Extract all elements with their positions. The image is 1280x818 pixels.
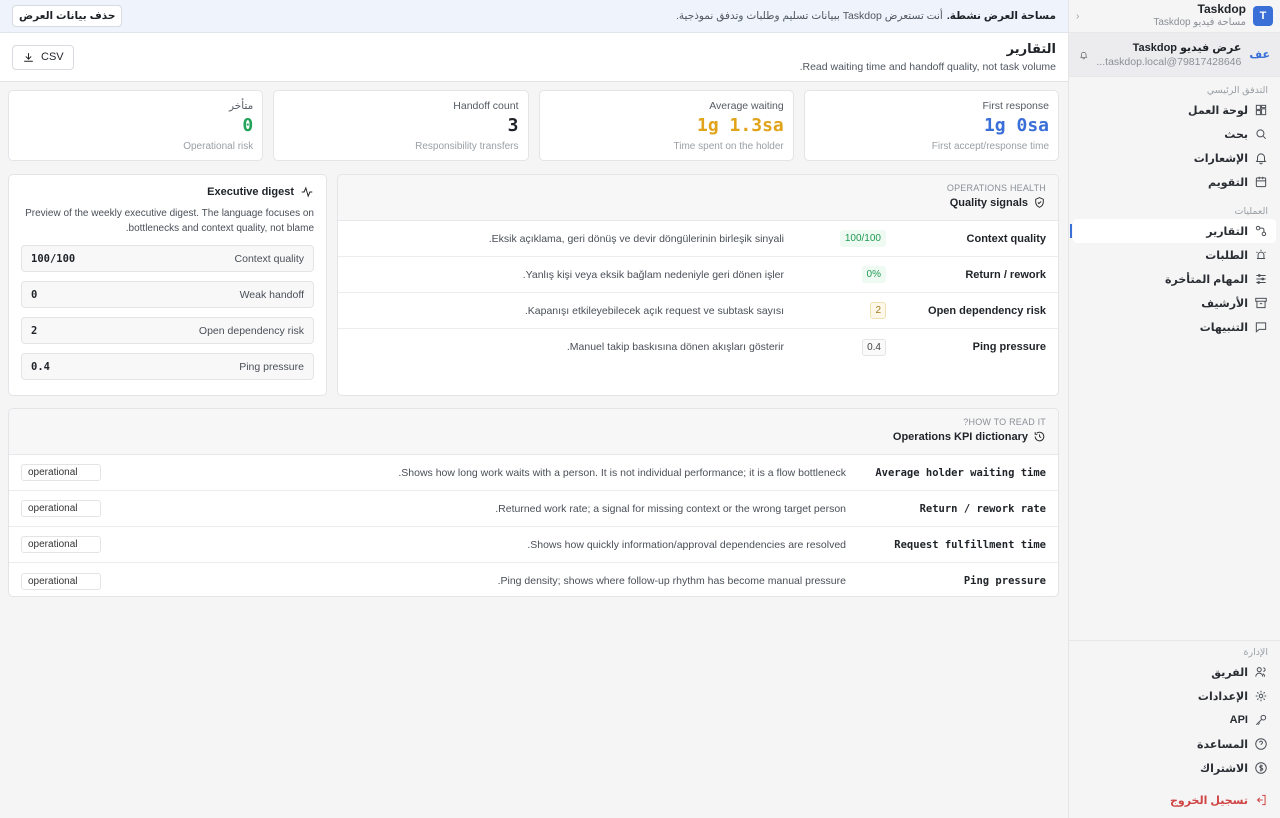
digest-row: Context quality 100/100	[21, 245, 314, 272]
value-badge: 0.4	[862, 338, 886, 356]
search-icon	[1256, 129, 1267, 140]
logout-button[interactable]: تسجيل الخروج	[1069, 788, 1280, 812]
archive-icon	[1255, 297, 1267, 309]
brand-logo: T	[1253, 6, 1273, 26]
dollar-icon	[1255, 762, 1267, 774]
bell-icon[interactable]	[1079, 45, 1088, 65]
kpi-value: 3	[507, 115, 519, 136]
demo-banner: مساحة العرض نشطة. أنت تستعرض Taskdop ببي…	[0, 0, 1068, 33]
kpi-card-first-response: First response 1g 0sa First accept/respo…	[803, 90, 1059, 161]
quality-row: Context quality 100/100 Eksik açıklama, …	[338, 221, 1058, 257]
csv-export-button[interactable]: CSV	[12, 44, 74, 70]
digest-description: Preview of the weekly executive digest. …	[25, 208, 314, 234]
sidebar-item-team[interactable]: الفريق	[1069, 660, 1280, 684]
shield-check-icon	[1035, 197, 1044, 208]
sidebar-item-settings[interactable]: الإعدادات	[1069, 684, 1280, 708]
dictionary-row: Ping pressure Ping density; shows where …	[9, 563, 1058, 596]
sidebar-item-api[interactable]: API	[1069, 708, 1280, 732]
quality-row: Ping pressure 0.4 Manuel takip baskısına…	[338, 329, 1058, 365]
panel-title: Quality signals	[949, 196, 1028, 209]
category-tag: operational	[21, 572, 101, 590]
logout-icon	[1256, 794, 1266, 806]
dashboard-icon	[1255, 104, 1267, 116]
user-name: عرض فيديو Taskdop	[1132, 41, 1242, 54]
banner-title: مساحة العرض نشطة.	[946, 10, 1056, 22]
delete-demo-data-button[interactable]: حذف بيانات العرض	[12, 5, 123, 27]
dictionary-row: Request fulfillment time Shows how quick…	[9, 527, 1058, 563]
dictionary-row: Return / rework rate Returned work rate;…	[9, 491, 1058, 527]
kpi-card-average-waiting: Average waiting 1g 1.3sa Time spent on t…	[538, 90, 794, 161]
category-tag: operational	[21, 536, 101, 553]
sidebar-item-notifications[interactable]: الإشعارات	[1069, 146, 1280, 170]
history-icon	[1034, 431, 1045, 442]
sliders-icon	[1256, 274, 1266, 284]
kpi-card-handoff-count: Handoff count 3 Responsibility transfers	[273, 90, 529, 161]
activity-icon	[301, 186, 313, 198]
kpi-cards: First response 1g 0sa First accept/respo…	[8, 90, 1059, 161]
kpi-value: 1g 0sa	[983, 115, 1049, 136]
nav-section-operations: العمليات	[1234, 206, 1268, 217]
quality-row: Open dependency risk 2 Kapanışı etkileye…	[338, 293, 1058, 329]
help-icon	[1255, 738, 1267, 750]
sidebar-item-alerts[interactable]: التنبيهات	[1069, 315, 1280, 339]
digest-row: Ping pressure 0.4	[21, 353, 314, 380]
sidebar-item-subscription[interactable]: الاشتراك	[1069, 756, 1280, 780]
banner-text: أنت تستعرض Taskdop ببيانات تسليم وطلبات …	[676, 10, 943, 22]
panel-title: Executive digest	[207, 186, 294, 198]
page-subtitle: Read waiting time and handoff quality, n…	[799, 61, 1056, 73]
value-badge: 100/100	[839, 230, 886, 247]
chevron-left-icon: ‹	[1076, 10, 1080, 22]
sidebar-item-archive[interactable]: الأرشيف	[1069, 291, 1280, 315]
quality-signals-panel: OPERATIONS HEALTH Quality signals Contex…	[337, 174, 1059, 396]
workspace-switcher[interactable]: T Taskdop مساحة فيديو Taskdop ‹	[1069, 0, 1280, 33]
sidebar-item-help[interactable]: المساعدة	[1069, 732, 1280, 756]
digest-row: Open dependency risk 2	[21, 317, 314, 344]
sidebar-item-requests[interactable]: الطلبات	[1069, 243, 1280, 267]
team-icon	[1255, 667, 1266, 677]
key-icon	[1255, 714, 1267, 726]
user-profile[interactable]: عف عرض فيديو Taskdop 79817428646@taskdop…	[1069, 33, 1280, 77]
category-tag: operational	[21, 500, 101, 517]
alarm-icon	[1256, 249, 1266, 259]
brand-name: Taskdop	[1197, 2, 1246, 16]
main-content: مساحة العرض نشطة. أنت تستعرض Taskdop ببي…	[0, 0, 1068, 818]
panel-title: Operations KPI dictionary	[892, 430, 1028, 443]
value-badge: 0%	[861, 266, 886, 283]
kpi-card-overdue: متأخر 0 Operational risk	[8, 90, 264, 161]
sidebar-item-search[interactable]: بحث	[1069, 122, 1280, 146]
sidebar-item-overdue[interactable]: المهام المتأخرة	[1069, 267, 1280, 291]
value-badge: 2	[870, 302, 886, 319]
download-icon	[24, 52, 33, 62]
page-header: التقارير Read waiting time and handoff q…	[0, 33, 1068, 82]
page-title: التقارير	[1006, 41, 1056, 56]
nav-section-main: التدفق الرئيسي	[1206, 85, 1268, 96]
executive-digest-panel: Executive digest Preview of the weekly e…	[8, 174, 327, 396]
avatar: عف	[1249, 49, 1270, 61]
kpi-value: 0	[242, 115, 254, 136]
kpi-dictionary-panel: HOW TO READ IT? Operations KPI dictionar…	[8, 408, 1059, 597]
digest-row: Weak handoff 0	[21, 281, 314, 308]
sidebar: T Taskdop مساحة فيديو Taskdop ‹ عف عرض ف…	[1068, 0, 1280, 818]
chat-icon	[1255, 322, 1267, 333]
category-tag: operational	[21, 464, 101, 481]
sidebar-item-calendar[interactable]: التقويم	[1069, 170, 1280, 194]
user-email: 79817428646@taskdop.local...	[1096, 55, 1242, 68]
workspace-name: مساحة فيديو Taskdop	[1153, 17, 1246, 28]
sidebar-item-dashboard[interactable]: لوحة العمل	[1069, 98, 1280, 122]
quality-row: Return / rework 0% Yanlış kişi veya eksi…	[338, 257, 1058, 293]
reports-icon	[1255, 225, 1267, 237]
calendar-icon	[1255, 176, 1267, 188]
bell-icon	[1255, 153, 1267, 165]
gear-icon	[1255, 690, 1267, 702]
admin-nav: الإدارة الفريق الإعدادات API المساعدة ال…	[1069, 640, 1280, 812]
nav-section-admin: الإدارة	[1243, 647, 1269, 658]
dictionary-row: Average holder waiting time Shows how lo…	[9, 455, 1058, 491]
kpi-value: 1g 1.3sa	[697, 115, 784, 136]
sidebar-item-reports[interactable]: التقارير	[1070, 219, 1276, 243]
